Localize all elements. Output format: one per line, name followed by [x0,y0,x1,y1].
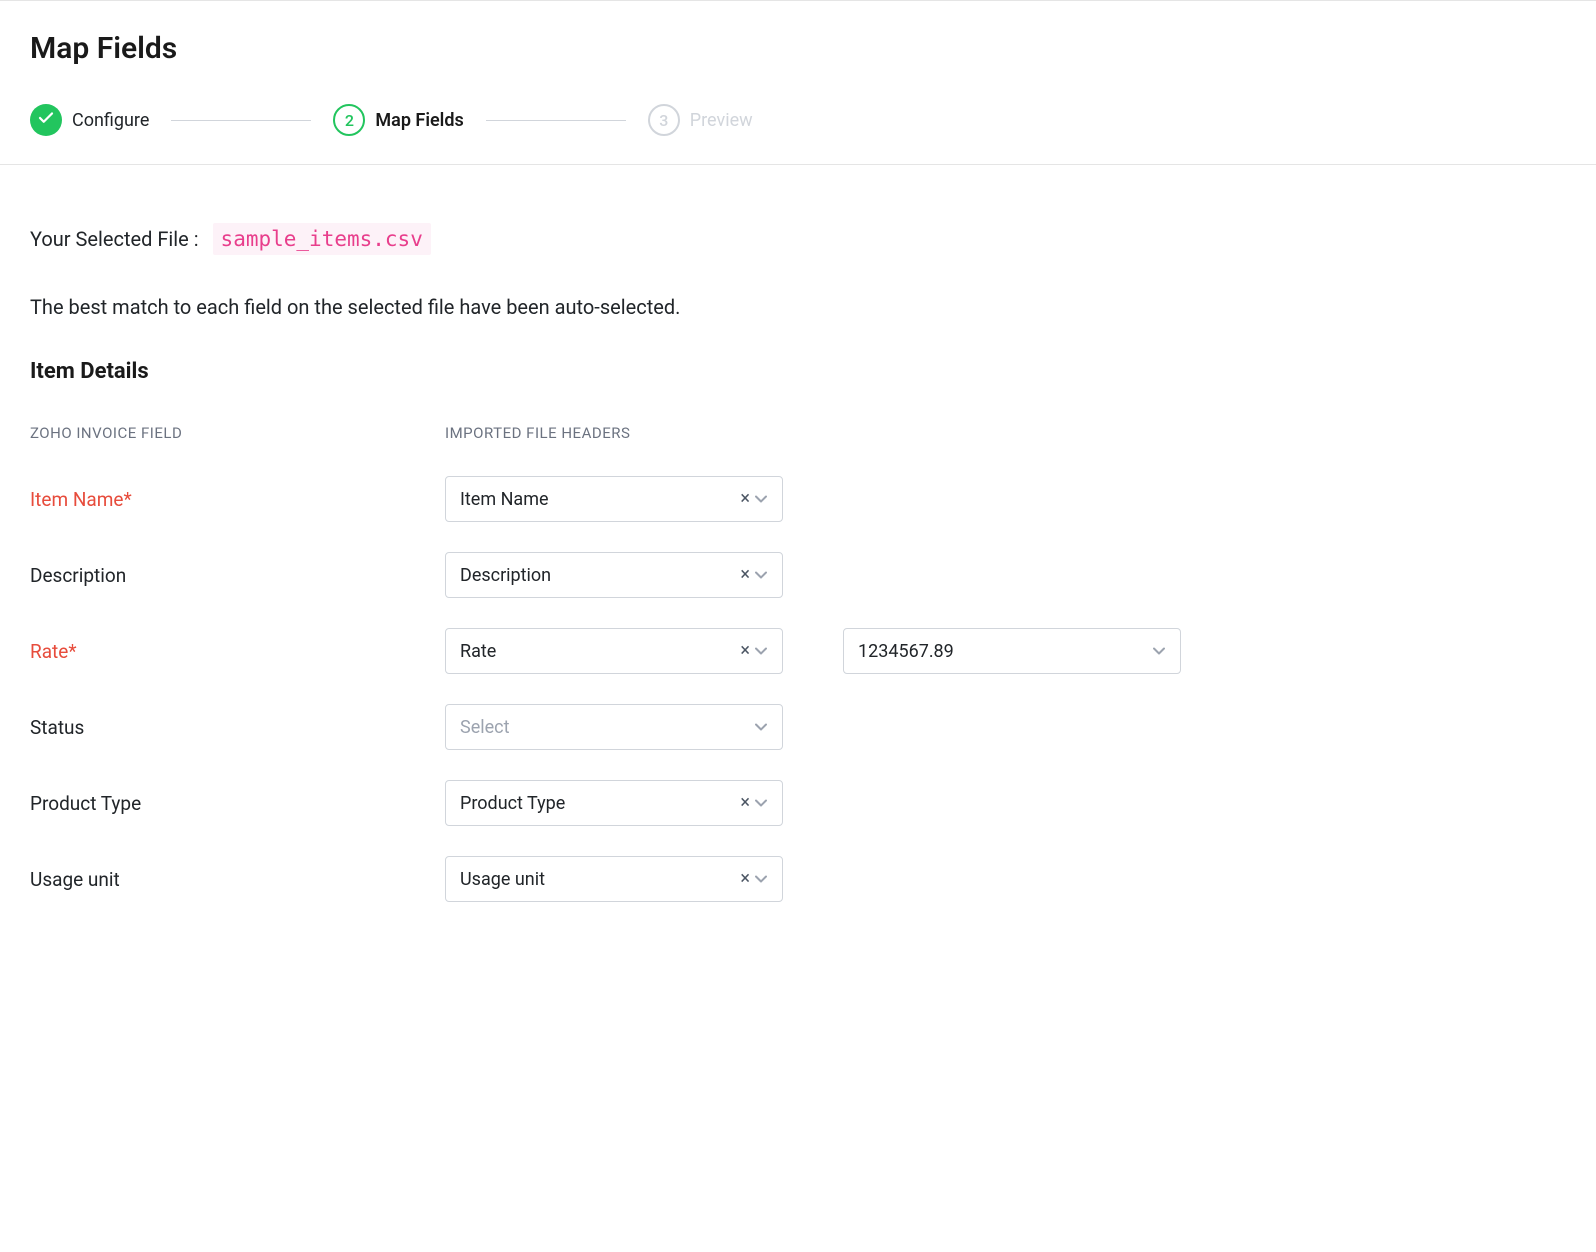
chevron-down-icon [1152,644,1166,658]
column-headers: ZOHO INVOICE FIELD IMPORTED FILE HEADERS [30,424,1566,442]
header-select[interactable]: Product Type× [445,780,783,826]
chevron-down-icon [754,872,768,886]
select-value: 1234567.89 [858,641,1152,662]
header-select[interactable]: Usage unit× [445,856,783,902]
header-select[interactable]: Description× [445,552,783,598]
mapping-row: Product TypeProduct Type× [30,780,1566,826]
select-value: Description [460,565,740,586]
select-value: Select [460,717,754,738]
select-value: Usage unit [460,869,740,890]
mapping-row: DescriptionDescription× [30,552,1566,598]
header-select[interactable]: Item Name× [445,476,783,522]
format-select[interactable]: 1234567.89 [843,628,1181,674]
mapping-row: Status Select [30,704,1566,750]
mapping-row: Rate* Rate× 1234567.89 [30,628,1566,674]
description-text: The best match to each field on the sele… [30,295,1566,319]
step-label-map-fields: Map Fields [375,110,463,131]
step-circle-pending: 3 [648,104,680,136]
section-title: Item Details [30,359,1566,384]
clear-icon[interactable]: × [740,794,750,812]
chevron-down-icon [754,796,768,810]
step-connector [171,120,311,121]
clear-icon[interactable]: × [740,642,750,660]
field-label: Usage unit [30,868,120,891]
select-value: Product Type [460,793,740,814]
mapping-row: Item Name* Item Name× [30,476,1566,522]
select-value: Item Name [460,489,740,510]
selected-file-row: Your Selected File : sample_items.csv [30,223,1566,255]
mapping-row: Usage unitUsage unit× [30,856,1566,902]
step-configure[interactable]: Configure [30,104,149,136]
page-title: Map Fields [30,31,1566,66]
clear-icon[interactable]: × [740,566,750,584]
clear-icon[interactable]: × [740,490,750,508]
selected-file-label: Your Selected File : [30,227,199,251]
header-select[interactable]: Select [445,704,783,750]
chevron-down-icon [754,492,768,506]
step-preview[interactable]: 3 Preview [648,104,753,136]
stepper: Configure 2 Map Fields 3 Preview [30,104,1566,136]
check-icon [37,109,55,131]
step-circle-active: 2 [333,104,365,136]
header-select[interactable]: Rate× [445,628,783,674]
step-label-preview: Preview [690,110,753,131]
field-label: Product Type [30,792,141,815]
col-header-imported: IMPORTED FILE HEADERS [445,424,630,442]
selected-file-name: sample_items.csv [213,223,431,255]
step-circle-complete [30,104,62,136]
col-header-zoho-field: ZOHO INVOICE FIELD [30,424,445,442]
step-label-configure: Configure [72,110,149,131]
clear-icon[interactable]: × [740,870,750,888]
chevron-down-icon [754,720,768,734]
field-label: Status [30,716,84,739]
field-label: Item Name* [30,488,132,511]
field-label: Rate* [30,640,77,663]
field-label: Description [30,564,126,587]
select-value: Rate [460,641,740,662]
chevron-down-icon [754,644,768,658]
step-map-fields[interactable]: 2 Map Fields [333,104,463,136]
chevron-down-icon [754,568,768,582]
step-connector [486,120,626,121]
